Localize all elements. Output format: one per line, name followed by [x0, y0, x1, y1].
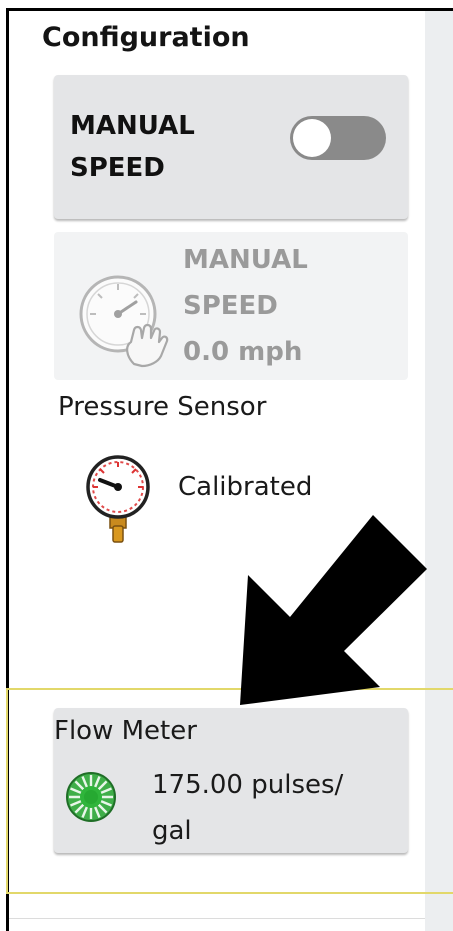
flow-meter-card[interactable]: Flow Meter 175.00 pulses/ gal	[54, 708, 408, 853]
flow-meter-value-line2: gal	[152, 816, 192, 846]
manual-speed-label: MANUAL SPEED	[70, 105, 250, 189]
manual-speed-toggle[interactable]	[290, 116, 386, 160]
manual-speed-status-panel: MANUAL SPEED 0.0 mph	[54, 232, 408, 380]
pressure-sensor-status: Calibrated	[178, 472, 313, 502]
bottom-divider	[9, 918, 425, 919]
toggle-knob	[293, 119, 331, 157]
pressure-gauge-icon	[86, 455, 150, 543]
speedometer-hand-icon	[79, 275, 169, 368]
manual-speed-toggle-card[interactable]: MANUAL SPEED	[54, 75, 408, 219]
section-title: Configuration	[42, 22, 250, 53]
pressure-sensor-label: Pressure Sensor	[58, 392, 267, 422]
manual-speed-status-text: MANUAL SPEED 0.0 mph	[183, 237, 308, 375]
manual-speed-label-line2: SPEED	[70, 153, 165, 183]
flow-meter-label: Flow Meter	[54, 716, 197, 746]
flow-meter-value: 175.00 pulses/ gal	[152, 762, 402, 854]
manual-speed-value: 0.0 mph	[183, 337, 303, 367]
manual-speed-status-line2: SPEED	[183, 291, 278, 321]
flow-meter-value-line1: 175.00 pulses/	[152, 770, 344, 800]
manual-speed-status-line1: MANUAL	[183, 245, 308, 275]
manual-speed-label-line1: MANUAL	[70, 111, 195, 141]
flow-meter-icon	[66, 772, 116, 822]
